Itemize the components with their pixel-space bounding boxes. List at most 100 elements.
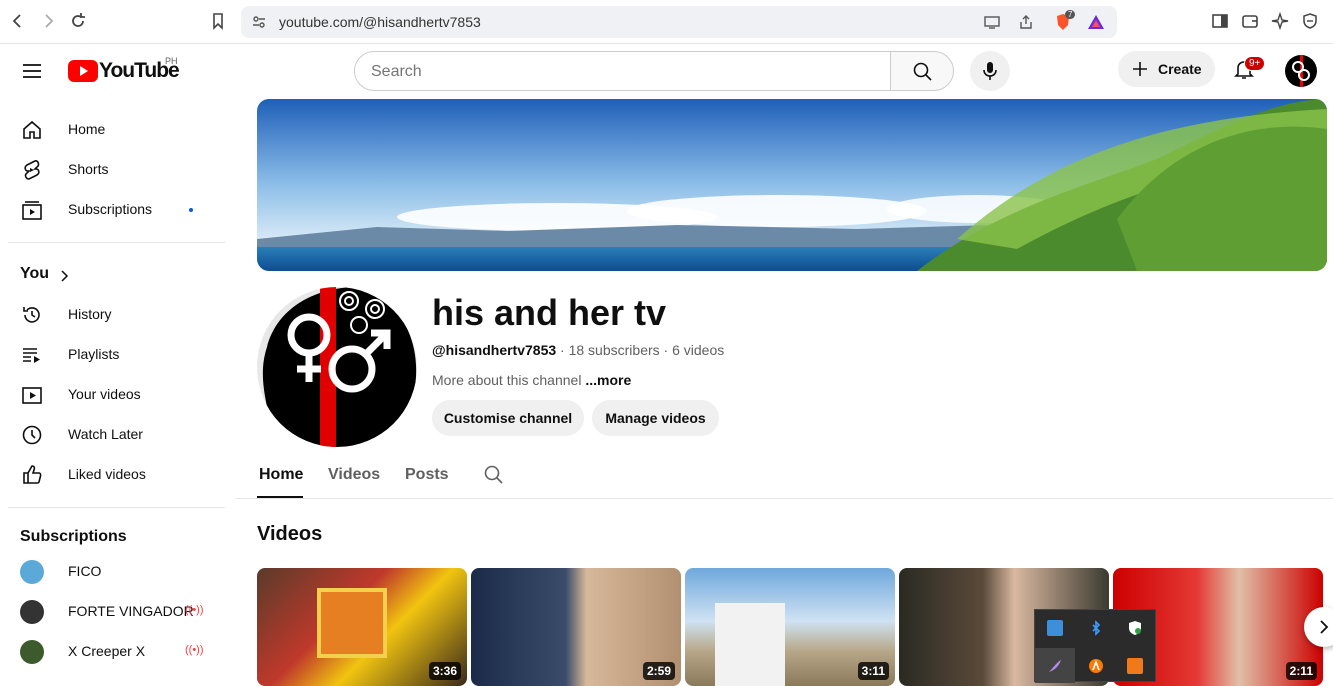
voice-search-button[interactable]: [970, 51, 1010, 91]
sidebar-item-shorts[interactable]: Shorts: [8, 150, 224, 190]
sidebar-item-label: Shorts: [68, 161, 109, 177]
brave-rewards-icon[interactable]: [1087, 13, 1105, 36]
address-bar[interactable]: youtube.com/@hisandhertv7853 7: [241, 6, 1117, 38]
search-input[interactable]: Search: [354, 51, 891, 91]
video-duration: 3:11: [857, 662, 889, 680]
sidebar-item-label: Subscriptions: [68, 201, 153, 217]
share-icon[interactable]: [1017, 13, 1035, 36]
manage-videos-button[interactable]: Manage videos: [592, 400, 719, 436]
feather-icon[interactable]: [1047, 658, 1063, 674]
you-label: You: [20, 265, 50, 282]
sidebar-item-playlists[interactable]: Playlists: [8, 335, 224, 375]
browser-toolbar: youtube.com/@hisandhertv7853 7: [0, 0, 1333, 44]
sidebar-item-label: Playlists: [68, 346, 120, 362]
video-thumbnail[interactable]: 2:59: [471, 568, 681, 686]
create-button[interactable]: Create: [1118, 51, 1215, 87]
account-avatar[interactable]: [1285, 55, 1317, 87]
sidebar-item-watch-later[interactable]: Watch Later: [8, 415, 224, 455]
reload-icon[interactable]: [68, 11, 88, 31]
search-icon: [913, 62, 932, 81]
site-info-icon[interactable]: [251, 14, 267, 35]
watch-later-icon: [22, 425, 42, 445]
tray-update-icon[interactable]: [1127, 658, 1143, 674]
create-label: Create: [1158, 61, 1202, 77]
tab-posts[interactable]: Posts: [405, 466, 449, 484]
subscription-label: X Creeper X: [68, 643, 146, 659]
video-duration: 2:59: [642, 662, 675, 680]
sidebar-item-history[interactable]: History: [8, 295, 224, 335]
sidebar-item-your-videos[interactable]: Your videos: [8, 375, 224, 415]
video-duration: 3:36: [428, 662, 461, 680]
subscription-item-forte-vingador[interactable]: FORTE VINGADOR ((•)): [8, 592, 224, 632]
chevron-right-icon: [1320, 620, 1329, 634]
more-link[interactable]: ...more: [585, 372, 631, 388]
sidebar-item-home[interactable]: Home: [8, 110, 224, 150]
channel-page: his and her tv @hisandhertv7853 · 18 sub…: [236, 98, 1333, 686]
brave-shield-icon[interactable]: 7: [1053, 10, 1076, 37]
divider: [8, 242, 225, 243]
youtube-header: YouTube PH Search Create 9+: [0, 44, 1333, 98]
subscriptions-heading: Subscriptions: [20, 528, 127, 545]
tab-videos[interactable]: Videos: [328, 466, 380, 484]
tab-home[interactable]: Home: [259, 466, 303, 484]
channel-avatar: [20, 640, 44, 664]
back-icon[interactable]: [8, 11, 28, 31]
channel-name: his and her tv: [432, 292, 667, 333]
cast-icon[interactable]: [983, 13, 1001, 36]
region-code: PH: [165, 56, 178, 66]
notifications-button[interactable]: 9+: [1232, 56, 1266, 81]
brave-badge: 7: [1065, 10, 1076, 19]
video-thumbnail[interactable]: 3:36: [257, 568, 467, 686]
subscription-label: FICO: [68, 563, 102, 579]
forward-icon[interactable]: [38, 11, 58, 31]
wallet-icon[interactable]: [1240, 11, 1260, 31]
incredibles-logo: [317, 588, 387, 658]
search-button[interactable]: [890, 51, 954, 91]
new-content-dot: [189, 208, 193, 212]
menu-icon[interactable]: [20, 59, 44, 83]
shorts-icon: [24, 160, 40, 180]
notification-badge: 9+: [1244, 56, 1266, 71]
sidebar-item-label: Home: [68, 121, 106, 137]
sidebar-item-label: Liked videos: [68, 466, 146, 482]
live-icon: ((•)): [185, 604, 204, 616]
bluetooth-icon[interactable]: [1088, 620, 1104, 636]
bookmark-icon[interactable]: [208, 11, 228, 31]
youtube-play-icon: [68, 60, 98, 82]
sidebar-item-label: Your videos: [68, 386, 141, 402]
video-count: · 6 videos: [663, 342, 725, 358]
subscription-item-x-creeper-x[interactable]: X Creeper X ((•)): [8, 632, 224, 672]
tabs-divider: [236, 498, 1333, 499]
channel-avatar: [20, 600, 44, 624]
system-tray-overflow: [1034, 609, 1156, 683]
subscription-item-fico[interactable]: FICO: [8, 552, 224, 592]
sidebar-item-subscriptions[interactable]: Subscriptions: [8, 190, 224, 230]
avast-icon[interactable]: [1088, 658, 1104, 674]
channel-handle: @hisandhertv7853: [432, 342, 557, 358]
chevron-right-icon: [61, 270, 69, 282]
security-icon[interactable]: [1127, 620, 1143, 636]
liked-icon: [23, 465, 42, 484]
sidebar-item-label: Watch Later: [68, 426, 143, 442]
microphone-icon: [983, 62, 997, 80]
home-icon: [23, 120, 41, 139]
subscription-label: FORTE VINGADOR: [68, 603, 194, 619]
channel-banner: [257, 99, 1327, 271]
channel-meta: @hisandhertv7853 · 18 subscribers · 6 vi…: [432, 342, 724, 358]
leo-ai-icon[interactable]: [1270, 11, 1290, 31]
wall-structure: [715, 603, 785, 686]
tray-app-icon[interactable]: [1047, 620, 1063, 636]
videos-section-title: Videos: [257, 523, 323, 545]
subscriptions-icon: [22, 201, 42, 220]
channel-about[interactable]: More about this channel ...more: [432, 372, 631, 388]
vpn-shield-icon[interactable]: [1300, 11, 1320, 31]
video-thumbnail[interactable]: 3:11: [685, 568, 895, 686]
search-placeholder: Search: [371, 63, 422, 80]
sidebar-item-liked-videos[interactable]: Liked videos: [8, 455, 224, 495]
you-section-header[interactable]: You: [8, 255, 224, 295]
customise-channel-button[interactable]: Customise channel: [432, 400, 584, 436]
divider: [8, 507, 225, 508]
sidebar-toggle-icon[interactable]: [1210, 11, 1230, 31]
channel-search-icon[interactable]: [483, 464, 505, 486]
url-text[interactable]: youtube.com/@hisandhertv7853: [279, 14, 481, 30]
